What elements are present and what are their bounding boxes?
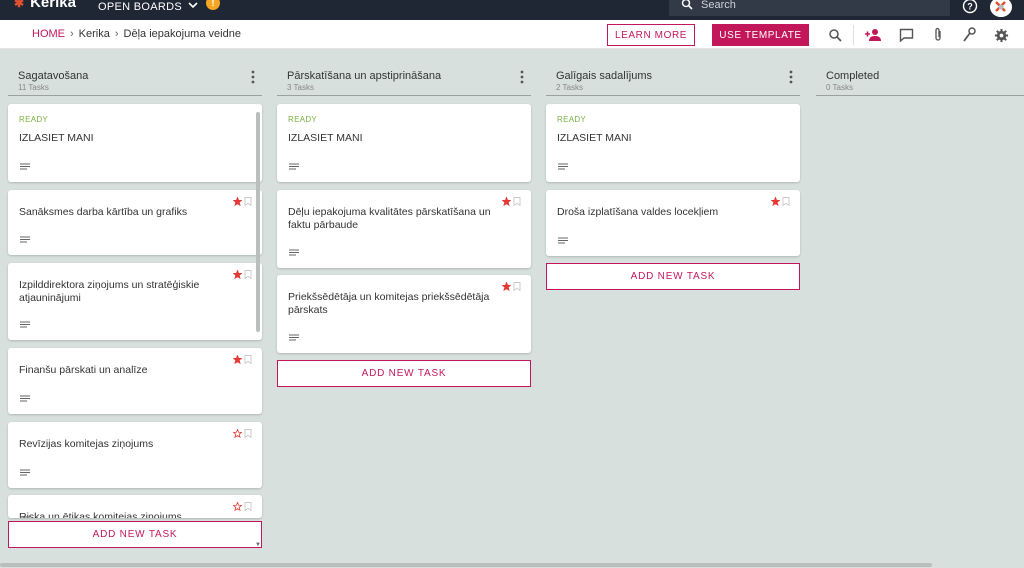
task-title[interactable]: Dēļu iepakojuma kvalitātes pārskatīšana …: [288, 206, 513, 232]
star-icon[interactable]: [770, 193, 781, 207]
task-card[interactable]: Droša izplatīšana valdes locekļiem: [546, 190, 800, 256]
task-status: READY: [19, 115, 49, 124]
task-title[interactable]: Revīzijas komitejas ziņojums: [19, 438, 244, 451]
star-icon[interactable]: [501, 278, 512, 292]
description-icon: [20, 158, 30, 170]
add-new-task-button[interactable]: ADD NEW TASK: [277, 360, 531, 387]
description-icon: [20, 390, 30, 402]
task-status: READY: [288, 115, 318, 124]
task-card[interactable]: READY IZLASIET MANI: [546, 104, 800, 182]
description-icon: [20, 316, 30, 328]
task-card[interactable]: Priekšsēdētāja un komitejas priekšsēdētā…: [277, 275, 531, 353]
task-card[interactable]: Izpilddirektora ziņojums un stratēģiskie…: [8, 263, 262, 340]
task-status: READY: [557, 115, 587, 124]
bookmark-icon[interactable]: [513, 278, 521, 292]
description-icon: [20, 464, 30, 476]
star-icon[interactable]: [232, 193, 243, 207]
task-title[interactable]: Riska un ētikas komitejas ziņojums: [19, 511, 244, 518]
task-title[interactable]: Priekšsēdētāja un komitejas priekšsēdētā…: [288, 291, 513, 317]
bookmark-icon[interactable]: [244, 266, 252, 280]
task-card[interactable]: Riska un ētikas komitejas ziņojums: [8, 495, 262, 518]
task-title[interactable]: IZLASIET MANI: [288, 132, 513, 145]
bookmark-icon[interactable]: [513, 193, 521, 207]
column-scrollbar[interactable]: [256, 112, 260, 332]
bookmark-icon[interactable]: [244, 425, 252, 439]
bookmark-icon[interactable]: [244, 498, 252, 512]
description-icon: [289, 329, 299, 341]
star-icon[interactable]: [232, 498, 243, 512]
task-card[interactable]: READY IZLASIET MANI: [277, 104, 531, 182]
task-title[interactable]: Droša izplatīšana valdes locekļiem: [557, 206, 782, 219]
task-card[interactable]: Revīzijas komitejas ziņojums: [8, 422, 262, 488]
description-icon: [558, 158, 568, 170]
description-icon: [558, 232, 568, 244]
bookmark-icon[interactable]: [244, 193, 252, 207]
task-title[interactable]: Sanāksmes darba kārtība un grafiks: [19, 206, 244, 219]
bookmark-icon[interactable]: [782, 193, 790, 207]
task-card[interactable]: Finanšu pārskati un analīze: [8, 348, 262, 414]
task-title[interactable]: IZLASIET MANI: [19, 132, 244, 145]
task-card[interactable]: READY IZLASIET MANI: [8, 104, 262, 182]
task-title[interactable]: IZLASIET MANI: [557, 132, 782, 145]
board-horizontal-scrollbar[interactable]: [0, 563, 932, 567]
description-icon: [20, 511, 30, 518]
task-card[interactable]: Sanāksmes darba kārtība un grafiks: [8, 190, 262, 255]
star-icon[interactable]: [232, 266, 243, 280]
star-icon[interactable]: [501, 193, 512, 207]
add-new-task-button[interactable]: ADD NEW TASK: [8, 521, 262, 548]
description-icon: [20, 231, 30, 243]
scroll-down-icon[interactable]: ▼: [255, 542, 261, 548]
task-card[interactable]: Dēļu iepakojuma kvalitātes pārskatīšana …: [277, 190, 531, 268]
star-icon[interactable]: [232, 351, 243, 365]
add-new-task-button[interactable]: ADD NEW TASK: [546, 263, 800, 290]
description-icon: [289, 158, 299, 170]
task-title[interactable]: Izpilddirektora ziņojums un stratēģiskie…: [19, 279, 244, 305]
board-canvas: READY IZLASIET MANI Sanāksmes darba kārtīb…: [0, 0, 1024, 568]
star-icon[interactable]: [232, 425, 243, 439]
bookmark-icon[interactable]: [244, 351, 252, 365]
task-title[interactable]: Finanšu pārskati un analīze: [19, 364, 244, 377]
description-icon: [289, 244, 299, 256]
